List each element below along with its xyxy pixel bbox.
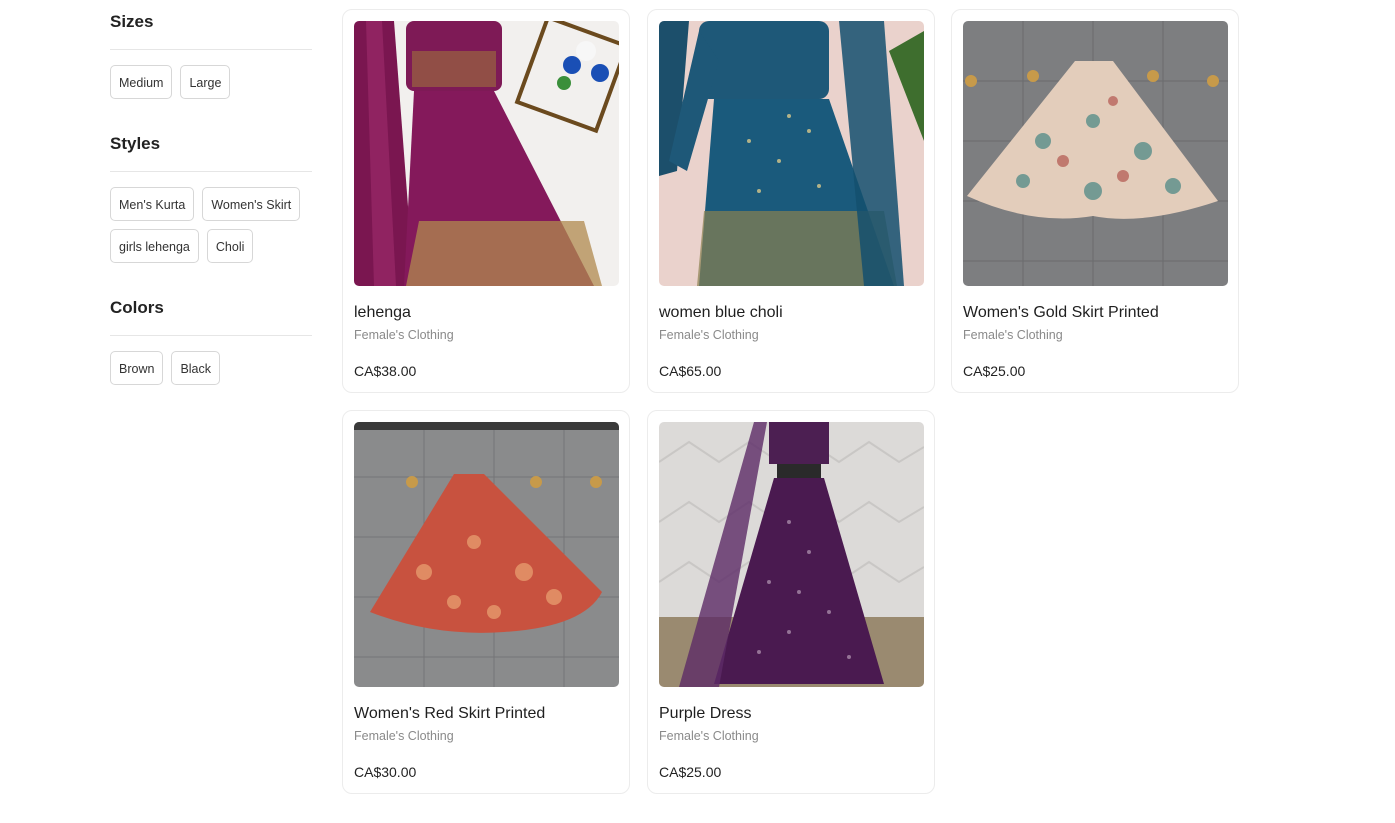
style-chip-girls-lehenga[interactable]: girls lehenga	[110, 229, 199, 263]
product-card[interactable]: lehenga Female's Clothing CA$38.00	[342, 9, 630, 393]
style-chip-choli[interactable]: Choli	[206, 229, 254, 263]
filter-group-colors: Colors Brown Black	[110, 297, 312, 385]
filter-title-styles: Styles	[110, 134, 161, 153]
divider	[110, 335, 312, 336]
product-name[interactable]: Women's Red Skirt Printed	[354, 705, 545, 723]
product-card[interactable]: Women's Gold Skirt Printed Female's Clot…	[951, 9, 1239, 393]
color-options: Brown Black	[110, 351, 312, 385]
style-chip-mens-kurta[interactable]: Men's Kurta	[110, 187, 195, 221]
product-image[interactable]	[354, 21, 619, 286]
product-name[interactable]: lehenga	[354, 304, 411, 322]
color-chip-brown[interactable]: Brown	[110, 351, 164, 385]
divider	[110, 171, 312, 172]
filter-group-styles: Styles Men's Kurta Women's Skirt girls l…	[110, 133, 312, 263]
product-image[interactable]	[354, 422, 619, 687]
gold-skirt-image	[963, 21, 1228, 286]
style-options: Men's Kurta Women's Skirt girls lehenga …	[110, 187, 312, 263]
product-category: Female's Clothing	[354, 328, 454, 342]
color-chip-black[interactable]: Black	[171, 351, 221, 385]
purple-dress-image	[659, 422, 924, 687]
product-image[interactable]	[963, 21, 1228, 286]
product-name[interactable]: women blue choli	[659, 304, 783, 322]
product-card[interactable]: women blue choli Female's Clothing CA$65…	[647, 9, 935, 393]
product-category: Female's Clothing	[659, 328, 759, 342]
size-options: Medium Large	[110, 65, 312, 99]
lehenga-image	[354, 21, 619, 286]
blue-choli-image	[659, 21, 924, 286]
product-price: CA$25.00	[659, 764, 722, 780]
product-category: Female's Clothing	[963, 328, 1063, 342]
filter-title-sizes: Sizes	[110, 12, 154, 31]
product-category: Female's Clothing	[354, 729, 454, 743]
product-card[interactable]: Women's Red Skirt Printed Female's Cloth…	[342, 410, 630, 794]
product-category: Female's Clothing	[659, 729, 759, 743]
product-name[interactable]: Women's Gold Skirt Printed	[963, 304, 1159, 322]
product-price: CA$65.00	[659, 363, 722, 379]
product-card[interactable]: Purple Dress Female's Clothing CA$25.00	[647, 410, 935, 794]
size-chip-large[interactable]: Large	[180, 65, 231, 99]
style-chip-womens-skirt[interactable]: Women's Skirt	[202, 187, 301, 221]
filter-group-sizes: Sizes Medium Large	[110, 11, 312, 99]
size-chip-medium[interactable]: Medium	[110, 65, 173, 99]
product-image[interactable]	[659, 21, 924, 286]
product-price: CA$25.00	[963, 363, 1026, 379]
red-skirt-image	[354, 422, 619, 687]
product-image[interactable]	[659, 422, 924, 687]
divider	[110, 49, 312, 50]
product-name[interactable]: Purple Dress	[659, 705, 751, 723]
product-price: CA$30.00	[354, 764, 417, 780]
product-price: CA$38.00	[354, 363, 417, 379]
filter-title-colors: Colors	[110, 298, 164, 317]
